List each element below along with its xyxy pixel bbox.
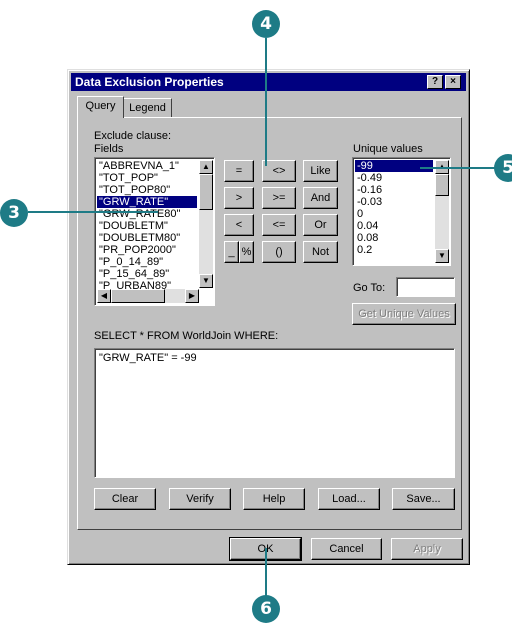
tab-legend-label: Legend — [129, 102, 166, 114]
save-button[interactable]: Save... — [392, 488, 455, 510]
unique-value-item[interactable]: 0.2 — [355, 244, 433, 256]
field-list-item[interactable]: "TOT_POP" — [97, 172, 197, 184]
exclude-clause-label: Exclude clause: — [94, 130, 172, 142]
unique-values-list[interactable]: -99-0.49-0.16-0.0300.040.080.2 ▲ ▼ — [352, 157, 451, 266]
query-panel: Exclude clause: Fields "ABBREVNA_1" "TOT_… — [77, 117, 462, 530]
fields-hscroll-thumb[interactable] — [111, 289, 165, 303]
not-equals-button[interactable]: <> — [262, 160, 296, 182]
load-button[interactable]: Load... — [318, 488, 380, 510]
like-button[interactable]: Like — [303, 160, 338, 182]
field-list-item[interactable]: "P_0_14_89" — [97, 256, 197, 268]
callout-5: 5 — [494, 154, 512, 182]
unique-values-vscroll-thumb[interactable] — [435, 174, 449, 196]
field-list-item[interactable]: "PR_POP2000" — [97, 244, 197, 256]
field-list-item[interactable]: "TOT_POP80" — [97, 184, 197, 196]
help-title-button[interactable]: ? — [427, 75, 443, 89]
clear-button[interactable]: Clear — [94, 488, 156, 510]
percent-button[interactable]: % — [239, 241, 254, 263]
fields-scroll-right-button[interactable]: ▶ — [185, 289, 199, 303]
callout-3: 3 — [0, 199, 28, 227]
underscore-button[interactable]: _ — [224, 241, 239, 263]
fields-scroll-up-button[interactable]: ▲ — [199, 160, 213, 174]
not-button[interactable]: Not — [303, 241, 338, 263]
callout-3-leader — [28, 211, 158, 213]
fields-list[interactable]: "ABBREVNA_1" "TOT_POP" "TOT_POP80" "GRW_RAT… — [94, 157, 215, 306]
verify-button[interactable]: Verify — [169, 488, 231, 510]
goto-input[interactable] — [396, 277, 455, 297]
help-button[interactable]: Help — [243, 488, 305, 510]
fields-scroll-left-button[interactable]: ◀ — [97, 289, 111, 303]
expression-textbox[interactable]: "GRW_RATE" = -99 — [94, 348, 455, 478]
window-title: Data Exclusion Properties — [75, 75, 224, 89]
field-list-item[interactable]: "GRW_RATE80" — [97, 208, 197, 220]
cancel-button[interactable]: Cancel — [311, 538, 382, 560]
parentheses-button[interactable]: () — [262, 241, 296, 263]
field-list-item[interactable]: "GRW_RATE" — [97, 196, 197, 208]
tab-query-label: Query — [85, 100, 116, 112]
or-button[interactable]: Or — [303, 214, 338, 236]
less-equal-button[interactable]: <= — [262, 214, 296, 236]
unique-value-item[interactable]: 0.08 — [355, 232, 433, 244]
field-list-item[interactable]: "DOUBLETM" — [97, 220, 197, 232]
get-unique-values-button[interactable]: Get Unique Values — [352, 303, 456, 325]
equals-button[interactable]: = — [224, 160, 254, 182]
and-button[interactable]: And — [303, 187, 338, 209]
callout-4: 4 — [252, 10, 280, 38]
apply-button[interactable]: Apply — [391, 538, 463, 560]
unique-value-item[interactable]: 0 — [355, 208, 433, 220]
unique-value-item[interactable]: -0.49 — [355, 172, 433, 184]
close-button[interactable]: × — [445, 75, 461, 89]
greater-equal-button[interactable]: >= — [262, 187, 296, 209]
fields-label: Fields — [94, 143, 124, 155]
callout-6-leader — [265, 548, 267, 596]
fields-scroll-down-button[interactable]: ▼ — [199, 274, 213, 288]
unique-values-label: Unique values — [353, 143, 423, 155]
unique-value-item[interactable]: 0.04 — [355, 220, 433, 232]
field-list-item[interactable]: "ABBREVNA_1" — [97, 160, 197, 172]
tab-legend[interactable]: Legend — [123, 98, 172, 118]
select-statement-label: SELECT * FROM WorldJoin WHERE: — [94, 330, 279, 342]
fields-vscroll-thumb[interactable] — [199, 174, 213, 210]
callout-6: 6 — [252, 595, 280, 623]
title-bar: Data Exclusion Properties ? × — [71, 73, 466, 91]
data-exclusion-dialog: Data Exclusion Properties ? × Query Lege… — [67, 69, 470, 565]
field-list-item[interactable]: "P_15_64_89" — [97, 268, 197, 280]
goto-label: Go To: — [353, 282, 386, 294]
greater-than-button[interactable]: > — [224, 187, 254, 209]
unique-values-scroll-down-button[interactable]: ▼ — [435, 249, 449, 263]
callout-5-leader — [420, 167, 496, 169]
unique-value-item[interactable]: -0.03 — [355, 196, 433, 208]
less-than-button[interactable]: < — [224, 214, 254, 236]
expression-text: "GRW_RATE" = -99 — [99, 352, 197, 364]
unique-value-item[interactable]: -0.16 — [355, 184, 433, 196]
field-list-item[interactable]: "DOUBLETM80" — [97, 232, 197, 244]
unique-value-item[interactable]: -99 — [355, 160, 433, 172]
callout-4-leader — [265, 38, 267, 166]
tab-query[interactable]: Query — [77, 96, 124, 118]
